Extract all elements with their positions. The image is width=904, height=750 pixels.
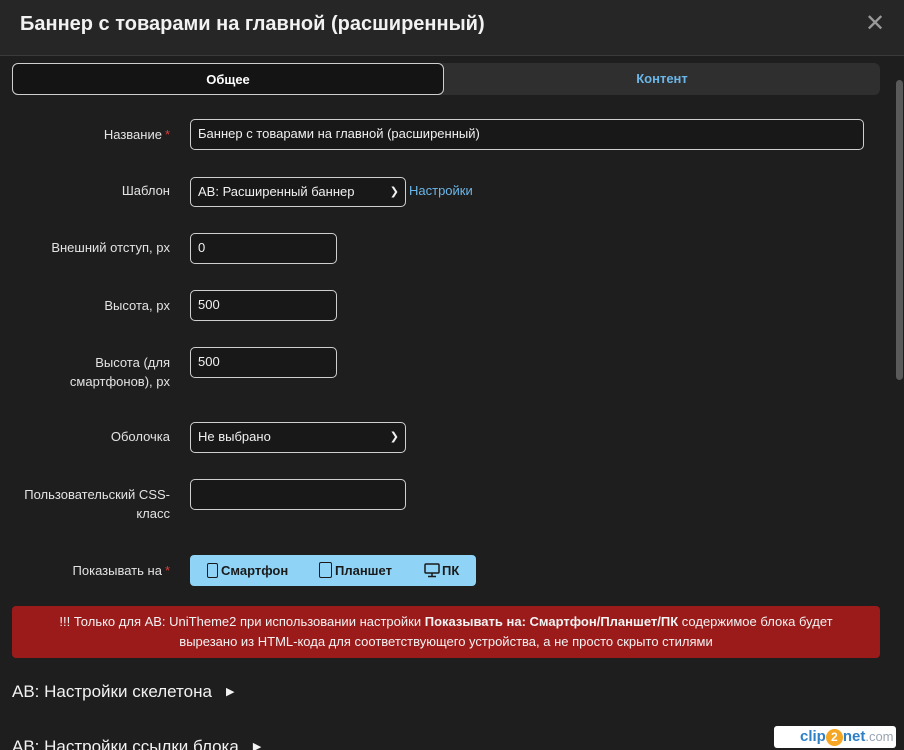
alert-line-1: !!! Только для АВ: UniTheme2 при использ… [59, 614, 833, 629]
monitor-icon [424, 563, 440, 578]
height-mobile-label: Высота (для смартфонов), px [69, 355, 170, 389]
section-block-link-settings[interactable]: АВ: Настройки ссылки блока ▶ [12, 737, 261, 750]
template-label: Шаблон [121, 183, 170, 198]
section-skeleton-settings[interactable]: АВ: Настройки скелетона ▶ [12, 682, 234, 702]
show-on-label: Показывать на * [72, 563, 170, 578]
smartphone-icon [207, 563, 218, 578]
wrapper-select-value: Не выбрано [198, 429, 271, 444]
css-class-input[interactable] [190, 479, 406, 510]
caret-right-icon: ▶ [252, 741, 262, 750]
template-select[interactable]: АВ: Расширенный баннер ❯ [190, 177, 406, 207]
close-icon[interactable]: ✕ [862, 11, 888, 37]
height-mobile-input[interactable]: 500 [190, 347, 337, 378]
tablet-icon [319, 562, 332, 578]
name-label: Название * [103, 127, 170, 142]
height-label: Высота, px [104, 298, 170, 313]
device-pc-button[interactable]: ПК [424, 555, 459, 586]
tab-content[interactable]: Контент [444, 63, 880, 95]
wrapper-label: Оболочка [110, 429, 170, 444]
tab-general[interactable]: Общее [12, 63, 444, 95]
height-input[interactable]: 500 [190, 290, 337, 321]
device-tablet-button[interactable]: Планшет [319, 555, 392, 586]
device-toggle-group: Смартфон Планшет ПК [190, 555, 476, 586]
modal-header: Баннер с товарами на главной (расширенны… [0, 0, 904, 56]
warning-alert: !!! Только для АВ: UniTheme2 при использ… [12, 606, 880, 658]
required-marker: * [164, 127, 170, 142]
chevron-down-icon: ❯ [389, 431, 399, 443]
template-select-value: АВ: Расширенный баннер [198, 184, 355, 199]
alert-line-2: вырезано из HTML-кода для соответствующе… [179, 634, 713, 649]
scrollbar-thumb[interactable] [896, 80, 903, 380]
margin-label: Внешний отступ, px [51, 240, 170, 255]
margin-input[interactable]: 0 [190, 233, 337, 264]
wrapper-select[interactable]: Не выбрано ❯ [190, 422, 406, 453]
device-smartphone-button[interactable]: Смартфон [207, 555, 288, 586]
template-settings-link[interactable]: Настройки [409, 183, 473, 198]
css-class-label: Пользовательский CSS- класс [24, 487, 170, 521]
scrollbar[interactable] [896, 58, 904, 718]
tab-bar: Общее Контент [12, 63, 880, 95]
chevron-down-icon: ❯ [389, 186, 399, 198]
caret-right-icon: ▶ [225, 686, 235, 698]
name-input[interactable]: Баннер с товарами на главной (расширенны… [190, 119, 864, 150]
watermark-logo: clip 2 net.com [774, 726, 896, 748]
required-marker: * [164, 563, 170, 578]
modal-title: Баннер с товарами на главной (расширенны… [20, 13, 485, 35]
